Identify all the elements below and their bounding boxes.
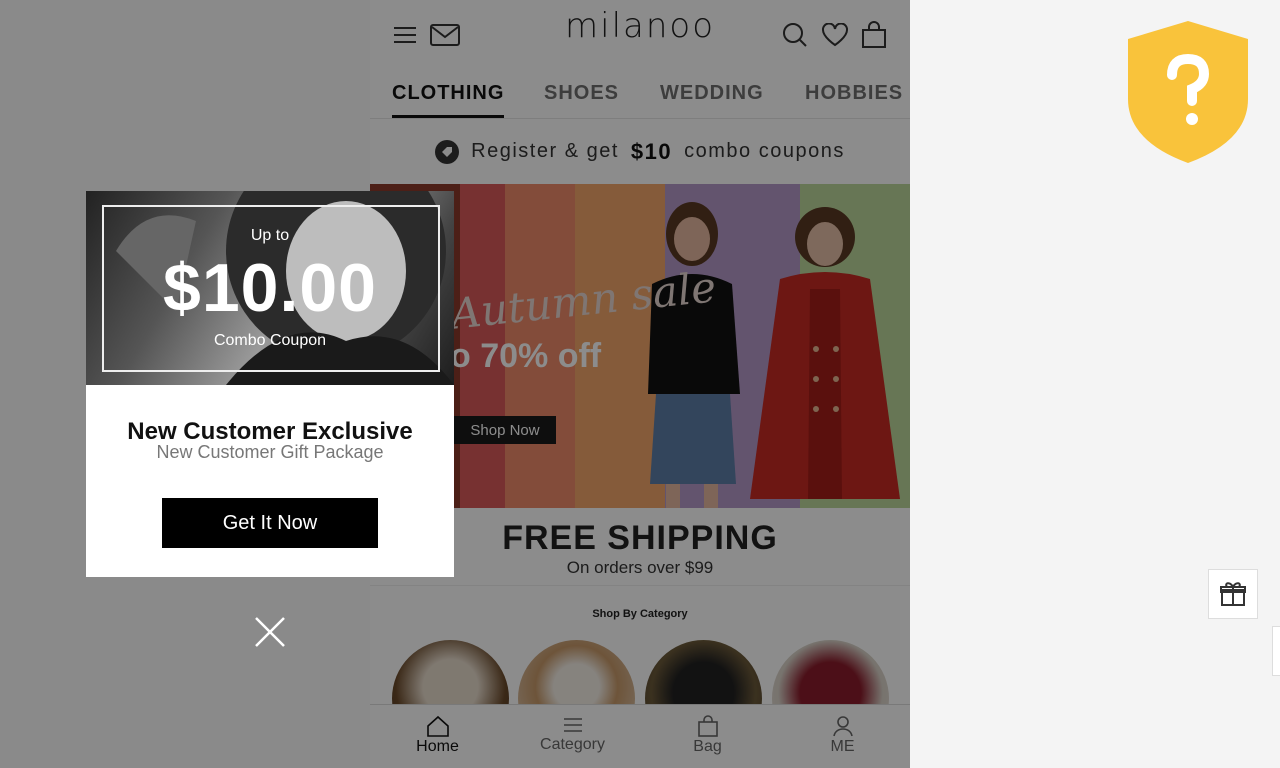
popup-amount: $10.00 <box>163 250 377 326</box>
gift-button[interactable] <box>1208 569 1258 619</box>
popup-combo: Combo Coupon <box>213 332 327 349</box>
shield-question-icon[interactable] <box>1126 19 1250 165</box>
popup-hero-image: Up to $10.00 Combo Coupon <box>86 191 454 385</box>
gift-icon <box>1220 582 1246 606</box>
get-it-now-button[interactable]: Get It Now <box>162 498 378 548</box>
side-edge-tab[interactable] <box>1272 626 1280 676</box>
close-icon[interactable] <box>252 614 288 650</box>
popup-upto: Up to <box>250 227 290 244</box>
coupon-popup: Up to $10.00 Combo Coupon New Customer E… <box>86 191 454 577</box>
